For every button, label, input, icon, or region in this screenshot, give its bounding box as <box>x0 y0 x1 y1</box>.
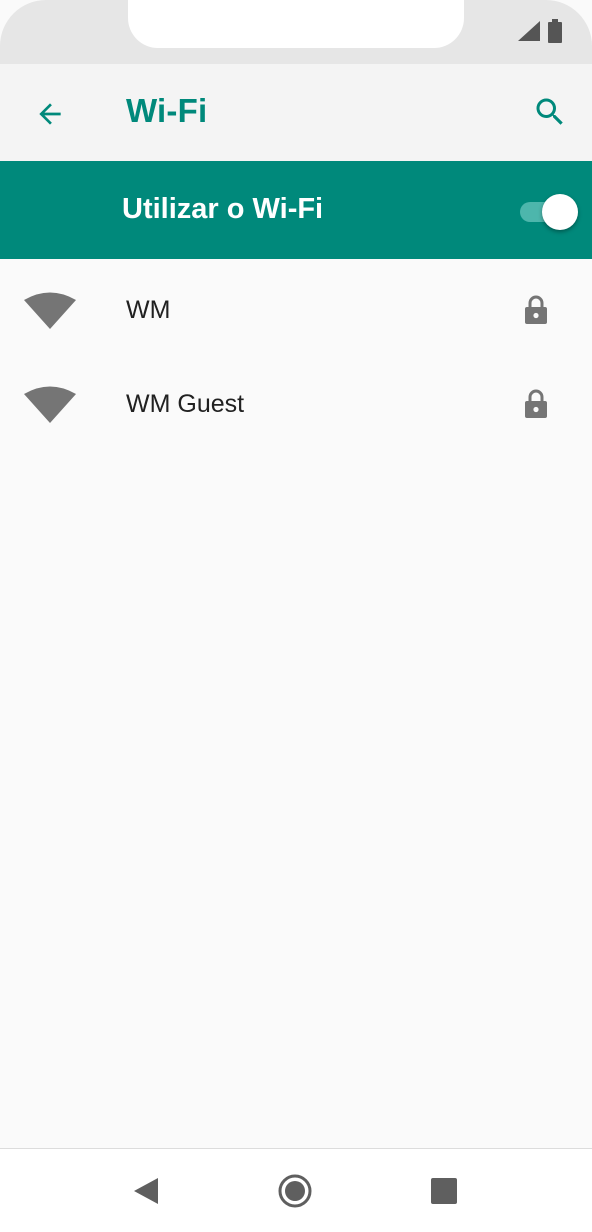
network-item-wm-guest[interactable]: WM Guest <box>0 353 592 447</box>
network-item-wm[interactable]: WM <box>0 259 592 353</box>
battery-icon <box>548 19 562 43</box>
search-button[interactable] <box>522 84 578 140</box>
wifi-signal-icon <box>24 292 76 329</box>
back-button[interactable] <box>22 86 78 142</box>
network-list: WM WM Guest <box>0 259 592 447</box>
use-wifi-label: Utilizar o Wi-Fi <box>122 193 324 225</box>
nav-recents-button[interactable] <box>420 1167 468 1215</box>
network-name: WM <box>126 296 171 324</box>
network-name: WM Guest <box>126 390 245 418</box>
wifi-toggle-switch[interactable] <box>516 193 578 230</box>
use-wifi-row[interactable]: Utilizar o Wi-Fi <box>0 161 592 259</box>
nav-home-icon <box>278 1174 312 1208</box>
arrow-back-icon <box>39 103 61 125</box>
display-notch <box>128 0 464 48</box>
nav-back-button[interactable] <box>122 1167 170 1215</box>
navigation-bar <box>0 1148 592 1232</box>
nav-back-icon <box>134 1178 158 1204</box>
app-bar: Wi-Fi <box>0 64 592 161</box>
nav-home-button[interactable] <box>271 1167 319 1215</box>
search-icon <box>536 98 563 125</box>
switch-thumb <box>542 194 578 230</box>
status-icons <box>518 18 562 44</box>
status-bar <box>0 0 592 64</box>
phone-screen: Wi-Fi Utilizar o Wi-Fi WM WM Guest <box>0 0 592 1232</box>
wifi-signal-icon <box>24 386 76 423</box>
cell-signal-icon <box>518 21 540 41</box>
lock-icon <box>525 389 547 418</box>
page-title: Wi-Fi <box>126 92 208 129</box>
lock-icon <box>525 295 547 324</box>
nav-recents-icon <box>431 1178 457 1204</box>
